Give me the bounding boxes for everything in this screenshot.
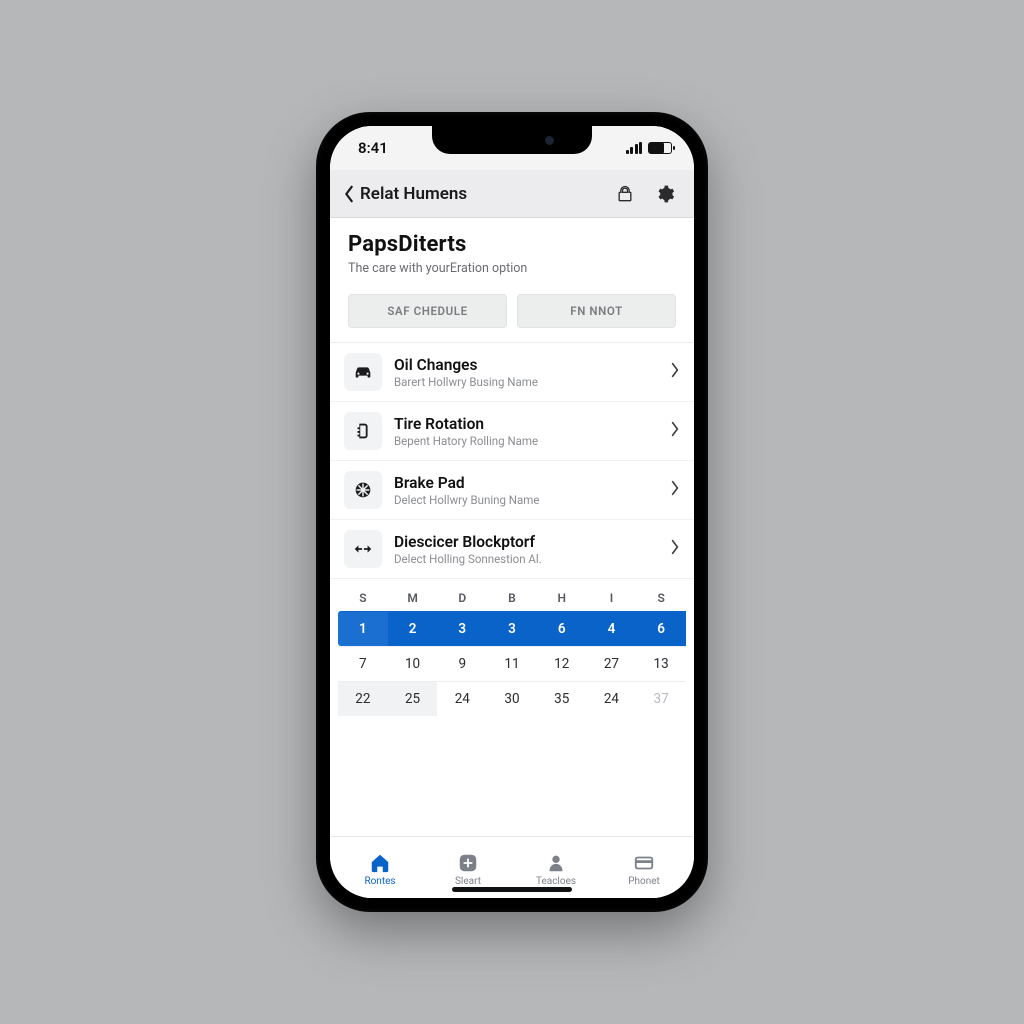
list-item-title: Diescicer Blockptorf: [394, 533, 658, 551]
calendar-day[interactable]: 6: [537, 611, 587, 646]
list-item-subtitle: Bepent Hatory Rolling Name: [394, 434, 658, 448]
tab-label: Teacloes: [536, 876, 576, 887]
calendar-day[interactable]: 1: [338, 611, 388, 646]
weekday: H: [537, 585, 587, 611]
calendar-row[interactable]: 1 2 3 3 6 4 6: [338, 611, 686, 646]
weekday: B: [487, 585, 537, 611]
battery-icon: [648, 142, 672, 154]
calendar-row[interactable]: 22 25 24 30 35 24 37: [338, 681, 686, 716]
list-item[interactable]: Brake Pad Delect Hollwry Buning Name: [330, 461, 694, 520]
cellular-signal-icon: [626, 142, 643, 154]
segmented-control: SAF CHEDULE FN NNOT: [330, 286, 694, 343]
screen: 8:41 Relat Humens PapsDiter: [330, 126, 694, 898]
person-icon: [545, 852, 567, 874]
brake-icon: [344, 471, 382, 509]
calendar-day[interactable]: 37: [636, 681, 686, 716]
calendar-day[interactable]: 35: [537, 681, 587, 716]
calendar-day[interactable]: 13: [636, 646, 686, 681]
chevron-right-icon: [670, 539, 680, 559]
service-list: Oil Changes Barert Hollwry Busing Name T…: [330, 343, 694, 579]
arrows-icon: [344, 530, 382, 568]
calendar-day[interactable]: 9: [437, 646, 487, 681]
car-icon: [344, 353, 382, 391]
calendar-day[interactable]: 27: [587, 646, 637, 681]
list-item-subtitle: Delect Hollwry Buning Name: [394, 493, 658, 507]
calendar-day[interactable]: 6: [636, 611, 686, 646]
lock-icon: [615, 184, 635, 204]
weekday: M: [388, 585, 438, 611]
nav-bar: Relat Humens: [330, 170, 694, 218]
segment-schedule[interactable]: SAF CHEDULE: [348, 294, 507, 328]
weekday: S: [338, 585, 388, 611]
lock-button[interactable]: [608, 177, 642, 211]
chevron-right-icon: [670, 480, 680, 500]
calendar-day[interactable]: 12: [537, 646, 587, 681]
calendar-day[interactable]: 24: [587, 681, 637, 716]
list-item[interactable]: Tire Rotation Bepent Hatory Rolling Name: [330, 402, 694, 461]
tab-home[interactable]: Rontes: [336, 841, 424, 898]
chevron-right-icon: [670, 421, 680, 441]
list-item[interactable]: Oil Changes Barert Hollwry Busing Name: [330, 343, 694, 402]
tab-card[interactable]: Phonet: [600, 841, 688, 898]
calendar-day[interactable]: 30: [487, 681, 537, 716]
calendar-day[interactable]: 22: [338, 681, 388, 716]
weekday: S: [636, 585, 686, 611]
notch: [432, 126, 592, 154]
content: PapsDiterts The care with yourEration op…: [330, 218, 694, 836]
settings-button[interactable]: [648, 177, 682, 211]
card-icon: [633, 852, 655, 874]
tab-label: Rontes: [364, 876, 395, 887]
list-item-title: Tire Rotation: [394, 415, 658, 433]
page-title: PapsDiterts: [348, 232, 676, 257]
tab-label: Phonet: [628, 876, 660, 887]
tab-label: Sleart: [455, 876, 481, 887]
list-item-title: Oil Changes: [394, 356, 658, 374]
list-item-subtitle: Delect Holling Sonnestion Al.: [394, 552, 658, 566]
calendar-day[interactable]: 10: [388, 646, 438, 681]
tire-icon: [344, 412, 382, 450]
back-label: Relat Humens: [360, 184, 467, 204]
list-item[interactable]: Diescicer Blockptorf Delect Holling Sonn…: [330, 520, 694, 579]
calendar-weekdays: S M D B H I S: [338, 585, 686, 611]
gear-icon: [655, 184, 675, 204]
chevron-right-icon: [670, 362, 680, 382]
segment-not[interactable]: FN NNOT: [517, 294, 676, 328]
calendar-day[interactable]: 3: [487, 611, 537, 646]
phone-frame: 8:41 Relat Humens PapsDiter: [316, 112, 708, 912]
hero: PapsDiterts The care with yourEration op…: [330, 218, 694, 286]
calendar-day[interactable]: 3: [437, 611, 487, 646]
home-icon: [369, 852, 391, 874]
page-subtitle: The care with yourEration option: [348, 261, 676, 276]
calendar-day[interactable]: 7: [338, 646, 388, 681]
calendar-day[interactable]: 24: [437, 681, 487, 716]
plus-icon: [457, 852, 479, 874]
weekday: D: [437, 585, 487, 611]
calendar-day[interactable]: 11: [487, 646, 537, 681]
chevron-left-icon: [342, 185, 356, 203]
calendar-row[interactable]: 7 10 9 11 12 27 13: [338, 646, 686, 681]
weekday: I: [587, 585, 637, 611]
back-button[interactable]: Relat Humens: [342, 184, 467, 204]
calendar-day[interactable]: 2: [388, 611, 438, 646]
calendar: S M D B H I S 1 2 3 3 6 4 6: [330, 579, 694, 716]
list-item-subtitle: Barert Hollwry Busing Name: [394, 375, 658, 389]
status-time: 8:41: [358, 139, 388, 157]
home-indicator[interactable]: [452, 887, 572, 892]
list-item-title: Brake Pad: [394, 474, 658, 492]
calendar-day[interactable]: 4: [587, 611, 637, 646]
calendar-day[interactable]: 25: [388, 681, 438, 716]
